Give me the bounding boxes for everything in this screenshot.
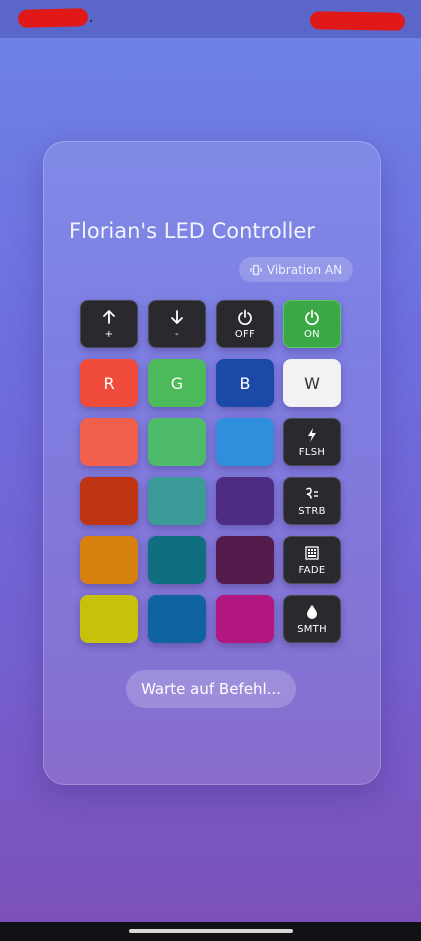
power-on-label: ON — [304, 329, 320, 340]
brightness-down-label: - — [175, 329, 179, 340]
color-swatch-button[interactable] — [80, 418, 138, 466]
white-button[interactable]: W — [283, 359, 341, 407]
arrow-up-icon — [101, 308, 117, 326]
fade-mode-button[interactable]: FADE — [283, 536, 341, 584]
brightness-up-label: + — [104, 329, 114, 340]
green-label: G — [170, 373, 184, 393]
color-swatch-button[interactable] — [216, 595, 274, 643]
color-swatch-button[interactable] — [216, 536, 274, 584]
red-button[interactable]: R — [80, 359, 138, 407]
blue-label: B — [239, 373, 251, 393]
color-swatch-button[interactable] — [148, 595, 206, 643]
flash-mode-label: FLSH — [298, 447, 326, 458]
color-swatch-button[interactable] — [148, 418, 206, 466]
green-button[interactable]: G — [148, 359, 206, 407]
color-swatch-button[interactable] — [216, 418, 274, 466]
power-icon — [237, 308, 253, 326]
redacted-status-icons — [309, 11, 406, 31]
home-indicator[interactable] — [129, 929, 293, 933]
flash-mode-button[interactable]: FLSH — [283, 418, 341, 466]
power-off-label: OFF — [234, 329, 256, 340]
color-swatch-button[interactable] — [216, 477, 274, 525]
color-swatch-button[interactable] — [148, 536, 206, 584]
smooth-mode-button[interactable]: SMTH — [283, 595, 341, 643]
status-dot — [90, 20, 92, 22]
smooth-mode-label: SMTH — [297, 624, 327, 635]
power-icon — [304, 308, 320, 326]
vibration-icon — [250, 264, 262, 276]
red-label: R — [103, 373, 115, 393]
power-off-button[interactable]: OFF — [216, 300, 274, 348]
white-label: W — [304, 373, 320, 393]
brightness-up-button[interactable]: + — [80, 300, 138, 348]
power-on-button[interactable]: ON — [283, 300, 341, 348]
color-swatch-button[interactable] — [80, 595, 138, 643]
status-message: Warte auf Befehl... — [126, 670, 296, 708]
brightness-down-button[interactable]: - — [148, 300, 206, 348]
fade-icon — [305, 544, 319, 562]
redacted-time — [17, 8, 89, 28]
vibration-label: Vibration AN — [266, 262, 343, 277]
page-title: Florian's LED Controller — [69, 219, 315, 243]
strobe-mode-button[interactable]: STRB — [283, 477, 341, 525]
color-swatch-button[interactable] — [80, 477, 138, 525]
color-swatch-button[interactable] — [80, 536, 138, 584]
strobe-mode-label: STRB — [298, 506, 326, 517]
strobe-icon — [304, 485, 320, 503]
color-swatch-button[interactable] — [148, 477, 206, 525]
blue-button[interactable]: B — [216, 359, 274, 407]
vibration-toggle[interactable]: Vibration AN — [239, 257, 353, 282]
flash-icon — [305, 426, 319, 444]
fade-mode-label: FADE — [298, 565, 326, 576]
drop-icon — [306, 603, 318, 621]
arrow-down-icon — [169, 308, 185, 326]
